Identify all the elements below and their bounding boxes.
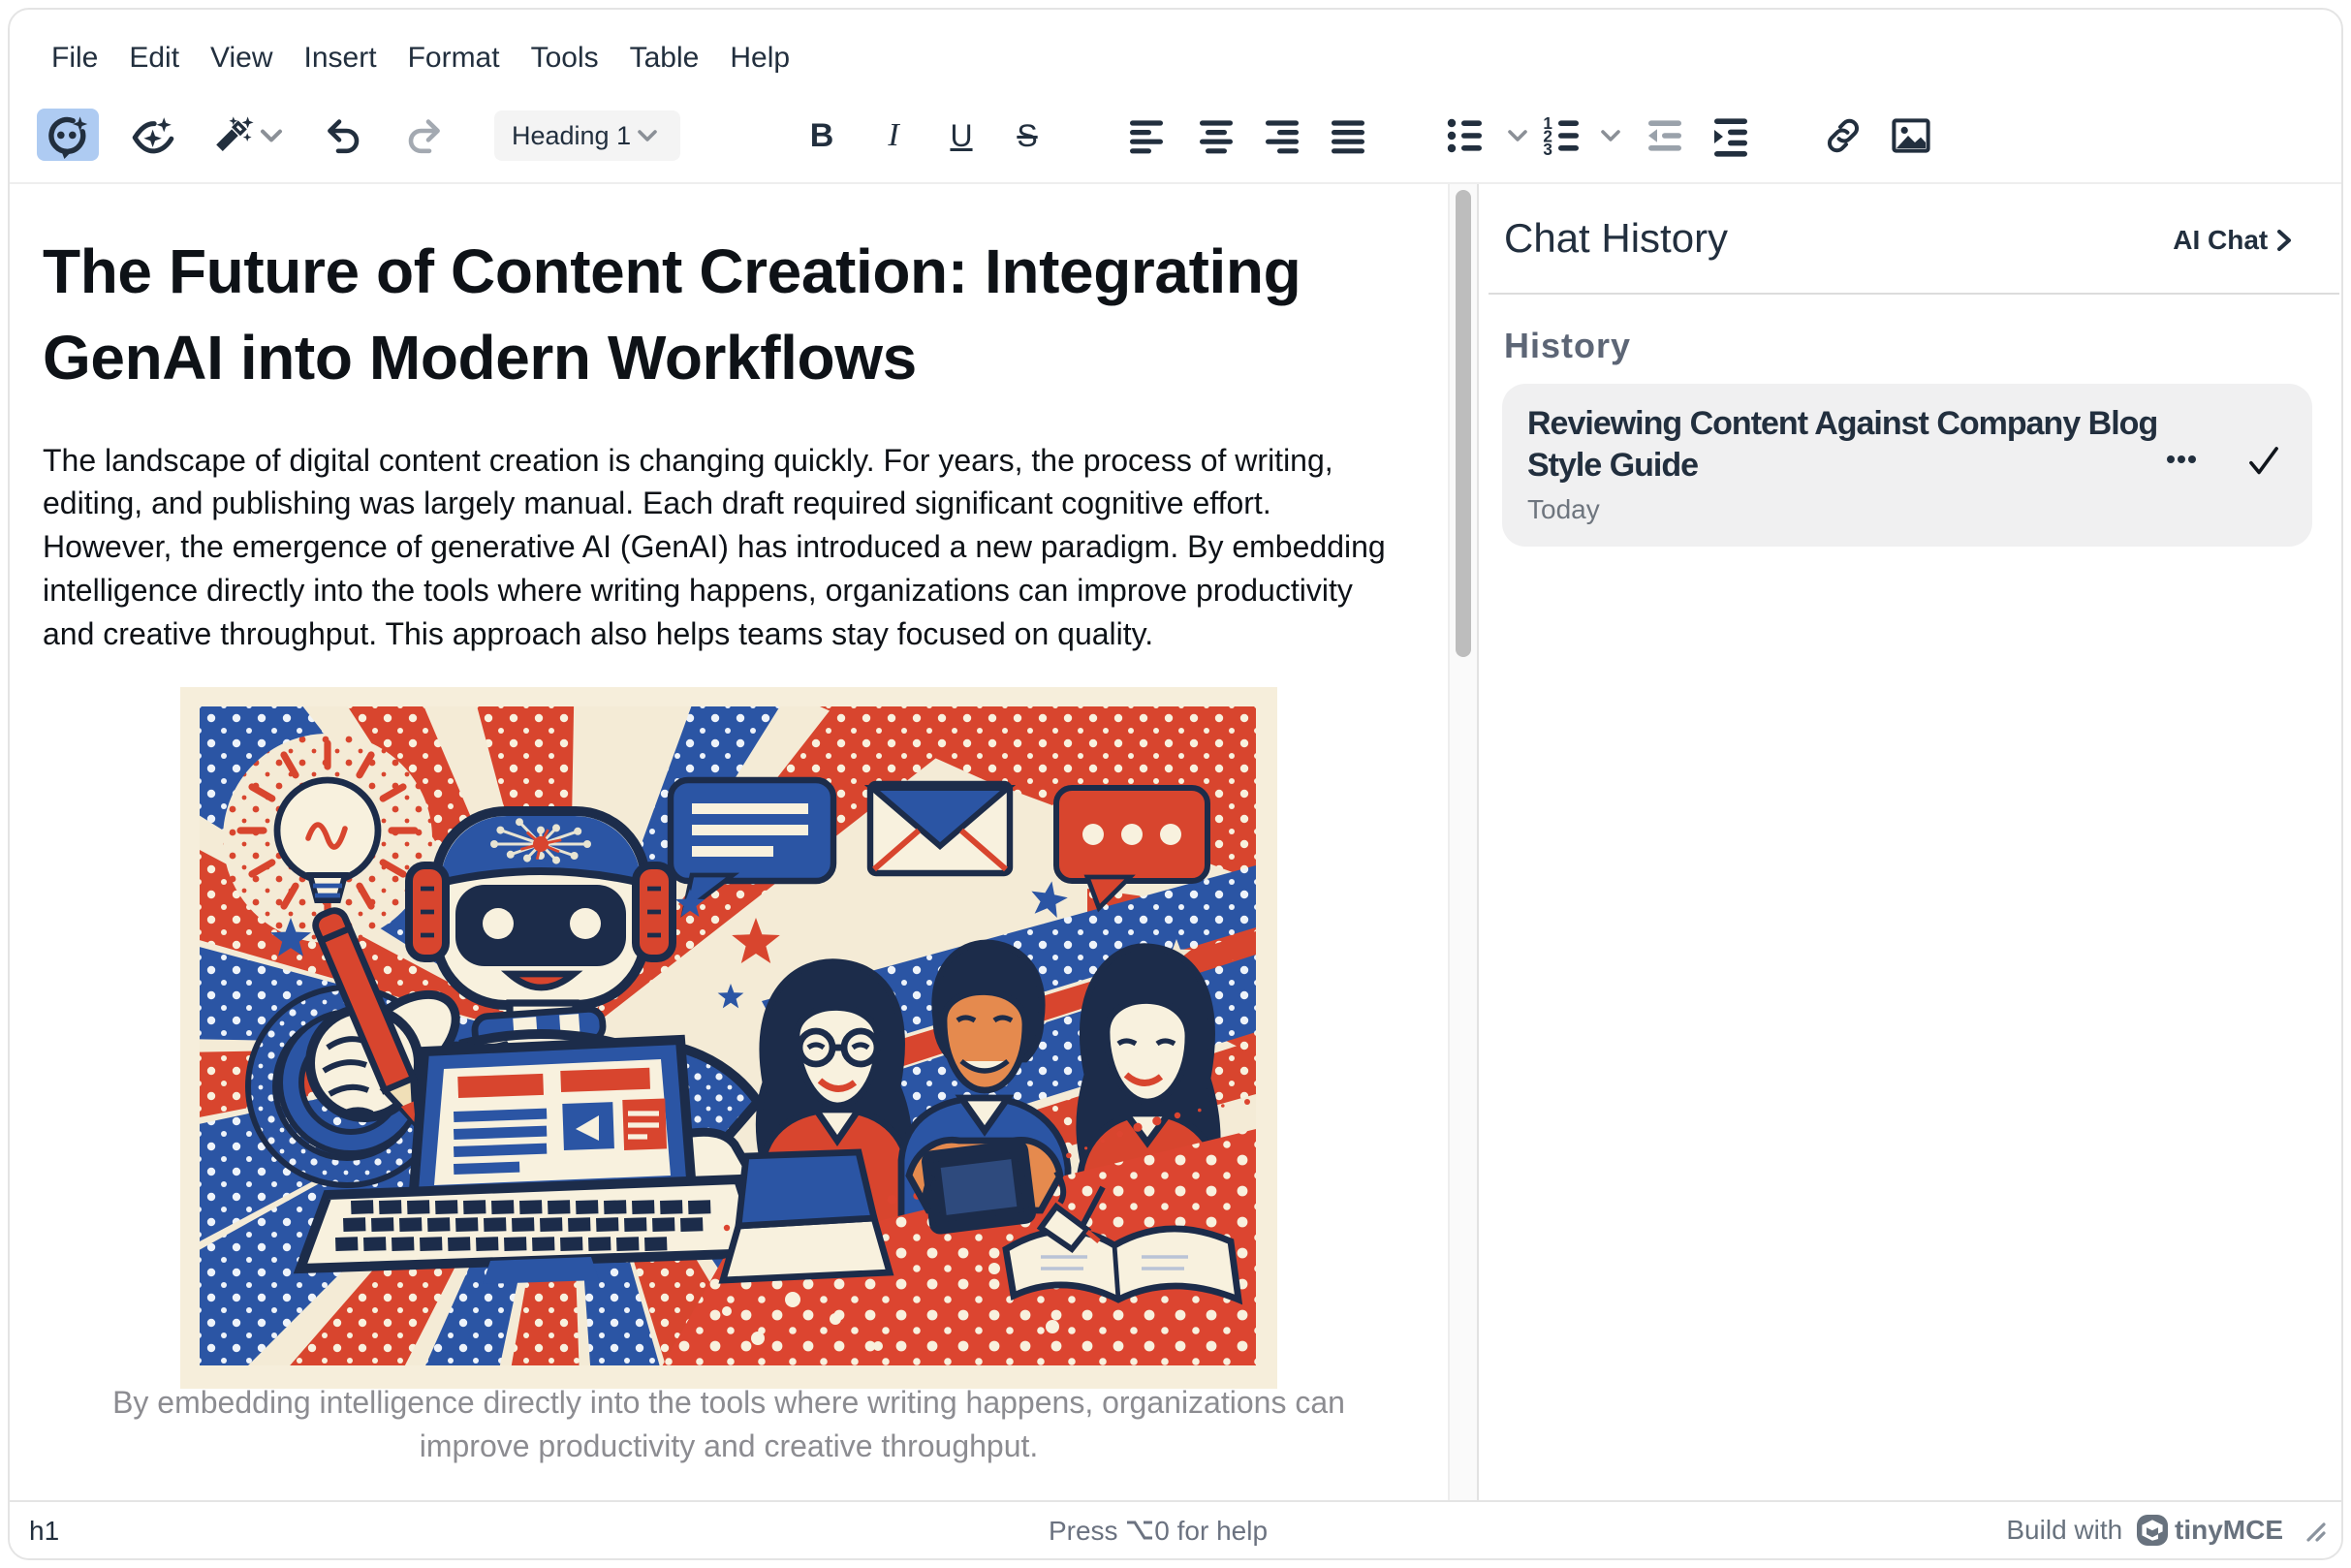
svg-text:3: 3 — [1543, 140, 1552, 159]
